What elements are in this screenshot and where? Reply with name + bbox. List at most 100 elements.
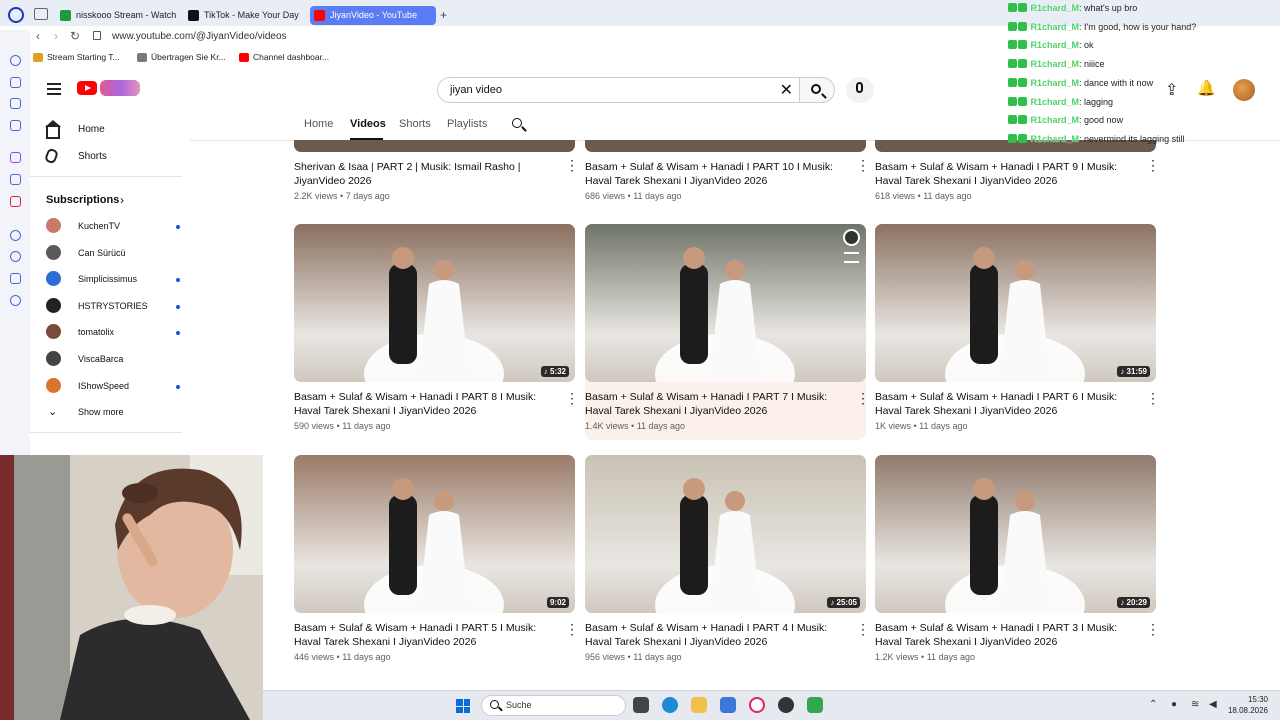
video-title[interactable]: Sherivan & Isaa | PART 2 | Musik: Ismail… [294, 160, 549, 188]
new-tab-button[interactable]: + [440, 8, 447, 22]
video-thumbnail[interactable] [585, 224, 866, 382]
obs-icon[interactable] [778, 697, 794, 713]
video-title[interactable]: Basam + Sulaf & Wisam + Hanadi I PART 10… [585, 160, 840, 188]
subscription-item[interactable]: Can Sürücü [46, 244, 181, 267]
video-card[interactable]: Basam + Sulaf & Wisam + Hanadi I PART 7 … [585, 224, 870, 440]
video-card[interactable]: ♪ 5:32 Basam + Sulaf & Wisam + Hanadi I P… [294, 224, 579, 440]
more-actions-icon[interactable]: ⋮ [1146, 158, 1160, 172]
video-title[interactable]: Basam + Sulaf & Wisam + Hanadi I PART 9 … [875, 160, 1130, 188]
youtube-logo-icon[interactable] [77, 81, 97, 95]
video-thumbnail[interactable] [294, 140, 575, 152]
video-thumbnail[interactable] [585, 140, 866, 152]
subscription-item[interactable]: tomatolix [46, 324, 181, 346]
file-explorer-icon[interactable] [691, 697, 707, 713]
video-thumbnail[interactable]: ♪ 31:59 [875, 224, 1156, 382]
create-upload-icon[interactable]: ⇪ [1165, 80, 1178, 100]
video-card[interactable]: ♪ 31:59 Basam + Sulaf & Wisam + Hanadi I … [875, 224, 1160, 440]
browser-tab-2[interactable]: TikTok - Make Your Day [184, 6, 304, 25]
video-title[interactable]: Basam + Sulaf & Wisam + Hanadi I PART 5 … [294, 621, 549, 649]
notifications-bell-icon[interactable]: 🔔 [1197, 79, 1216, 97]
opera-icon[interactable] [749, 697, 765, 713]
video-card[interactable]: Basam + Sulaf & Wisam + Hanadi I PART 10… [585, 140, 870, 206]
flow-icon[interactable] [10, 77, 21, 88]
back-arrow-icon[interactable]: ‹ [36, 29, 40, 43]
taskbar-search[interactable]: Suche [481, 695, 626, 716]
opera-logo-icon[interactable] [8, 7, 24, 23]
windows-start-icon[interactable] [456, 699, 470, 713]
video-title[interactable]: Basam + Sulaf & Wisam + Hanadi I PART 3 … [875, 621, 1130, 649]
video-card[interactable]: 9:02 Basam + Sulaf & Wisam + Hanadi I PAR… [294, 455, 579, 671]
shield-icon[interactable] [10, 196, 21, 207]
search-input[interactable]: jiyan video ✕ [437, 77, 799, 103]
account-avatar[interactable] [1233, 79, 1255, 101]
video-title[interactable]: Basam + Sulaf & Wisam + Hanadi I PART 6 … [875, 390, 1130, 418]
tab-shorts[interactable]: Shorts [399, 118, 431, 130]
more-actions-icon[interactable]: ⋮ [565, 622, 579, 636]
channel-search-icon[interactable] [512, 118, 522, 128]
kick-app-icon[interactable] [807, 697, 823, 713]
edge-icon[interactable] [662, 697, 678, 713]
more-actions-icon[interactable]: ⋮ [1146, 622, 1160, 636]
subscription-item[interactable]: Simplicissimus [46, 271, 181, 293]
video-card[interactable]: ♪ 25:05 Basam + Sulaf & Wisam + Hanadi I … [585, 455, 870, 671]
settings-gear-icon[interactable] [10, 295, 21, 306]
twitch-icon[interactable] [10, 152, 21, 163]
bookmark-1[interactable]: Stream Starting T... [33, 52, 120, 62]
tray-chevron-up-icon[interactable]: ⌃ [1149, 699, 1157, 710]
wifi-icon[interactable]: ≋ [1191, 699, 1199, 710]
voice-search-button[interactable] [846, 77, 874, 103]
video-thumbnail[interactable]: ♪ 5:32 [294, 224, 575, 382]
more-actions-icon[interactable]: ⋮ [1146, 391, 1160, 405]
subscription-item[interactable]: HSTRYSTORIES [46, 297, 181, 320]
clock-icon[interactable] [10, 251, 21, 262]
video-thumbnail[interactable]: 9:02 [294, 455, 575, 613]
more-actions-icon[interactable]: ⋮ [856, 158, 870, 172]
mail-icon[interactable] [720, 697, 736, 713]
youtube-doodle-icon[interactable] [100, 80, 140, 96]
forward-arrow-icon[interactable]: › [54, 29, 58, 43]
video-card[interactable]: ♪ 20:29 Basam + Sulaf & Wisam + Hanadi I … [875, 455, 1160, 671]
video-card[interactable]: Basam + Sulaf & Wisam + Hanadi I PART 9 … [875, 140, 1160, 206]
video-thumbnail[interactable]: ♪ 20:29 [875, 455, 1156, 613]
video-card[interactable]: Sherivan & Isaa | PART 2 | Musik: Ismail… [294, 140, 579, 206]
video-title[interactable]: Basam + Sulaf & Wisam + Hanadi I PART 7 … [585, 390, 840, 418]
tab-home[interactable]: Home [304, 118, 333, 130]
more-actions-icon[interactable]: ⋮ [856, 391, 870, 405]
video-thumbnail[interactable]: ♪ 25:05 [585, 455, 866, 613]
chevron-right-icon[interactable]: › [120, 193, 124, 207]
history-icon[interactable] [10, 55, 21, 66]
microphone-tray-icon[interactable]: ● [1171, 699, 1177, 710]
system-clock[interactable]: 15:30 18.08.2026 [1228, 694, 1268, 716]
video-meta: 956 views • 11 days ago [585, 652, 682, 662]
task-view-icon[interactable] [633, 697, 649, 713]
more-actions-icon[interactable]: ⋮ [565, 391, 579, 405]
bookmark-3[interactable]: Channel dashboar... [239, 52, 329, 62]
tab-videos[interactable]: Videos [350, 118, 386, 130]
url-field[interactable]: www.youtube.com/@JiyanVideo/videos [112, 31, 287, 42]
browser-tab-1[interactable]: nisskooo Stream - Watch L [56, 6, 176, 25]
more-actions-icon[interactable]: ⋮ [856, 622, 870, 636]
search-button[interactable] [799, 77, 835, 103]
clear-search-icon[interactable]: ✕ [780, 80, 793, 100]
subscription-item[interactable]: KuchenTV [46, 218, 181, 240]
bookmark-2[interactable]: Übertragen Sie Kr... [137, 52, 226, 62]
menu-hamburger-icon[interactable] [47, 83, 61, 98]
video-title[interactable]: Basam + Sulaf & Wisam + Hanadi I PART 4 … [585, 621, 840, 649]
add-to-queue-icon[interactable] [844, 252, 859, 263]
browser-tab-3[interactable]: JiyanVideo - YouTube [310, 6, 436, 25]
tab-playlists[interactable]: Playlists [447, 118, 487, 130]
extensions-icon[interactable] [10, 273, 21, 284]
tab-overview-icon[interactable] [34, 8, 48, 20]
percent-icon[interactable] [10, 174, 21, 185]
player-icon[interactable] [10, 230, 21, 241]
watch-later-clock-icon[interactable] [843, 229, 860, 246]
volume-icon[interactable]: ◀ [1209, 699, 1217, 710]
more-actions-icon[interactable]: ⋮ [565, 158, 579, 172]
messenger-icon[interactable] [10, 120, 21, 131]
crypto-wallet-icon[interactable] [10, 98, 21, 109]
video-title[interactable]: Basam + Sulaf & Wisam + Hanadi I PART 8 … [294, 390, 549, 418]
subscription-item[interactable]: IShowSpeed [46, 377, 181, 400]
subscriptions-heading[interactable]: Subscriptions [46, 194, 119, 206]
reload-icon[interactable]: ↻ [70, 29, 80, 43]
subscription-item[interactable]: ViscaBarca [46, 351, 181, 373]
